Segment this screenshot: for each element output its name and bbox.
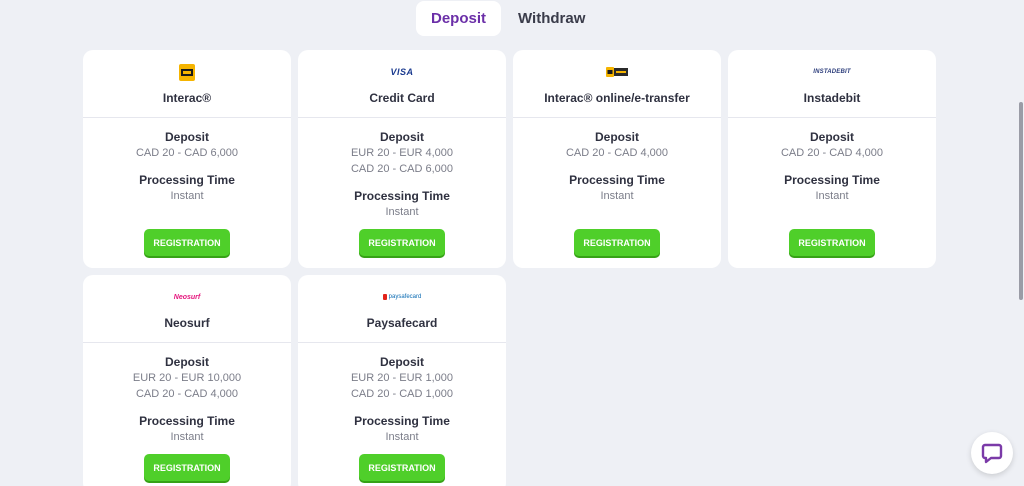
registration-button[interactable]: REGISTRATION [359,229,445,256]
card-body: Deposit CAD 20 - CAD 4,000 Processing Ti… [728,118,936,204]
processing-time-value: Instant [170,190,204,202]
deposit-limit: CAD 20 - CAD 1,000 [350,388,454,400]
card-body: Deposit EUR 20 - EUR 1,000 CAD 20 - CAD … [298,343,506,445]
deposit-limit: CAD 20 - CAD 6,000 [350,163,454,175]
card-body: Deposit CAD 20 - CAD 4,000 Processing Ti… [513,118,721,204]
method-name: Credit Card [369,91,435,105]
payment-tabs: Deposit Withdraw [416,1,602,36]
deposit-limit: EUR 20 - EUR 1,000 [350,372,454,384]
registration-button[interactable]: REGISTRATION [574,229,660,256]
tab-withdraw[interactable]: Withdraw [501,1,602,36]
method-name: Interac® [162,91,212,105]
deposit-limit: EUR 20 - EUR 4,000 [350,147,454,159]
deposit-label: Deposit [594,130,639,144]
tab-deposit[interactable]: Deposit [416,1,501,36]
processing-time-label: Processing Time [354,414,450,428]
paysafecard-logo: paysafecard [382,288,421,306]
card-header: paysafecard Paysafecard [298,275,506,343]
registration-button[interactable]: REGISTRATION [144,229,230,256]
registration-button[interactable]: REGISTRATION [144,454,230,481]
neosurf-logo: Neosurf [173,293,201,301]
method-name: Neosurf [164,316,210,330]
deposit-label: Deposit [164,130,209,144]
processing-time-label: Processing Time [784,173,880,187]
card-header: VISA Credit Card [298,50,506,118]
deposit-limit: CAD 20 - CAD 4,000 [565,147,669,159]
processing-time-label: Processing Time [354,189,450,203]
registration-button[interactable]: REGISTRATION [359,454,445,481]
method-name: Instadebit [803,91,861,105]
deposit-label: Deposit [164,355,209,369]
processing-time-value: Instant [600,190,634,202]
method-name: Paysafecard [366,316,438,330]
processing-time-value: Instant [170,431,204,443]
card-body: Deposit EUR 20 - EUR 10,000 CAD 20 - CAD… [83,343,291,445]
deposit-label: Deposit [379,130,424,144]
payment-card-interac-online: Interac® online/e-transfer Deposit CAD 2… [513,50,721,268]
card-body: Deposit EUR 20 - EUR 4,000 CAD 20 - CAD … [298,118,506,220]
processing-time-value: Instant [385,206,419,218]
payment-card-credit-card: VISA Credit Card Deposit EUR 20 - EUR 4,… [298,50,506,268]
card-body: Deposit CAD 20 - CAD 6,000 Processing Ti… [83,118,291,204]
processing-time-value: Instant [815,190,849,202]
processing-time-value: Instant [385,431,419,443]
payment-card-instadebit: INSTADEBIT Instadebit Deposit CAD 20 - C… [728,50,936,268]
chat-icon [981,443,1003,464]
deposit-limit: CAD 20 - CAD 6,000 [135,147,239,159]
processing-time-label: Processing Time [139,414,235,428]
instadebit-logo: INSTADEBIT [813,69,851,75]
interac-logo [179,63,195,81]
visa-logo: VISA [390,67,414,77]
scrollbar[interactable] [1019,102,1023,300]
payment-methods-grid: Interac® Deposit CAD 20 - CAD 6,000 Proc… [83,50,936,486]
deposit-limit: EUR 20 - EUR 10,000 [132,372,242,384]
card-header: INSTADEBIT Instadebit [728,50,936,118]
method-name: Interac® online/e-transfer [544,91,690,105]
processing-time-label: Processing Time [569,173,665,187]
deposit-limit: CAD 20 - CAD 4,000 [135,388,239,400]
chat-button[interactable] [971,432,1013,474]
processing-time-label: Processing Time [139,173,235,187]
interac-online-logo [606,63,628,81]
card-header: Interac® online/e-transfer [513,50,721,118]
card-header: Neosurf Neosurf [83,275,291,343]
deposit-label: Deposit [379,355,424,369]
card-header: Interac® [83,50,291,118]
payment-card-interac: Interac® Deposit CAD 20 - CAD 6,000 Proc… [83,50,291,268]
registration-button[interactable]: REGISTRATION [789,229,875,256]
payment-card-neosurf: Neosurf Neosurf Deposit EUR 20 - EUR 10,… [83,275,291,486]
deposit-label: Deposit [809,130,854,144]
payment-card-paysafecard: paysafecard Paysafecard Deposit EUR 20 -… [298,275,506,486]
deposit-limit: CAD 20 - CAD 4,000 [780,147,884,159]
